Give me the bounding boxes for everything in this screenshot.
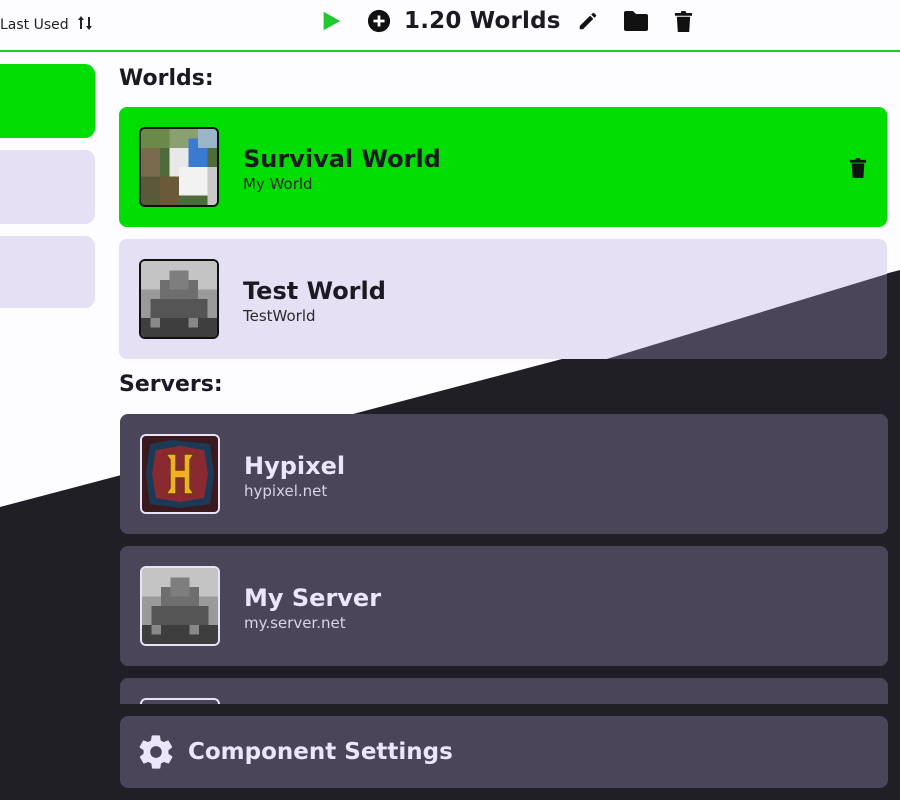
world-subtitle: TestWorld	[243, 307, 316, 325]
sort-label: Last Used	[0, 17, 69, 33]
play-icon[interactable]	[318, 8, 344, 34]
world-thumbnail	[139, 127, 219, 207]
world-card-survival[interactable]: Survival World My World	[119, 107, 887, 227]
world-thumbnail	[139, 259, 219, 339]
world-title: Test World	[243, 277, 386, 305]
server-address: hypixel.net	[244, 482, 328, 500]
page-title: 1.20 Worlds	[404, 8, 561, 34]
sort-arrows-icon	[77, 14, 93, 36]
trash-icon[interactable]	[671, 8, 697, 34]
server-card-my-server[interactable]: My Server my.server.net	[120, 546, 888, 666]
server-card-hypixel[interactable]: Hypixel hypixel.net	[120, 414, 888, 534]
top-toolbar: Last Used 1.20 Worlds	[0, 0, 900, 52]
world-subtitle: My World	[243, 175, 313, 193]
folder-icon[interactable]	[623, 8, 649, 34]
server-title: My Server	[244, 584, 382, 612]
sidebar-item[interactable]	[0, 150, 95, 224]
delete-world-icon[interactable]	[849, 157, 869, 179]
world-title: Survival World	[243, 145, 441, 173]
server-icon	[140, 434, 220, 514]
sidebar-item[interactable]	[0, 236, 95, 308]
server-icon	[140, 566, 220, 646]
edit-icon[interactable]	[575, 8, 601, 34]
servers-heading: Servers:	[119, 372, 223, 397]
sort-control[interactable]: Last Used	[0, 14, 93, 36]
server-address: my.server.net	[244, 614, 346, 632]
toolbar-center: 1.20 Worlds	[318, 8, 697, 34]
server-title: Hypixel	[244, 452, 346, 480]
server-card-partial[interactable]	[120, 678, 888, 704]
server-icon	[140, 698, 220, 704]
worlds-heading: Worlds:	[119, 66, 214, 91]
component-settings-button[interactable]: Component Settings	[120, 716, 888, 788]
settings-label: Component Settings	[188, 739, 453, 765]
sidebar-item-selected[interactable]	[0, 64, 95, 138]
gear-icon	[136, 732, 176, 772]
add-icon[interactable]	[366, 8, 392, 34]
